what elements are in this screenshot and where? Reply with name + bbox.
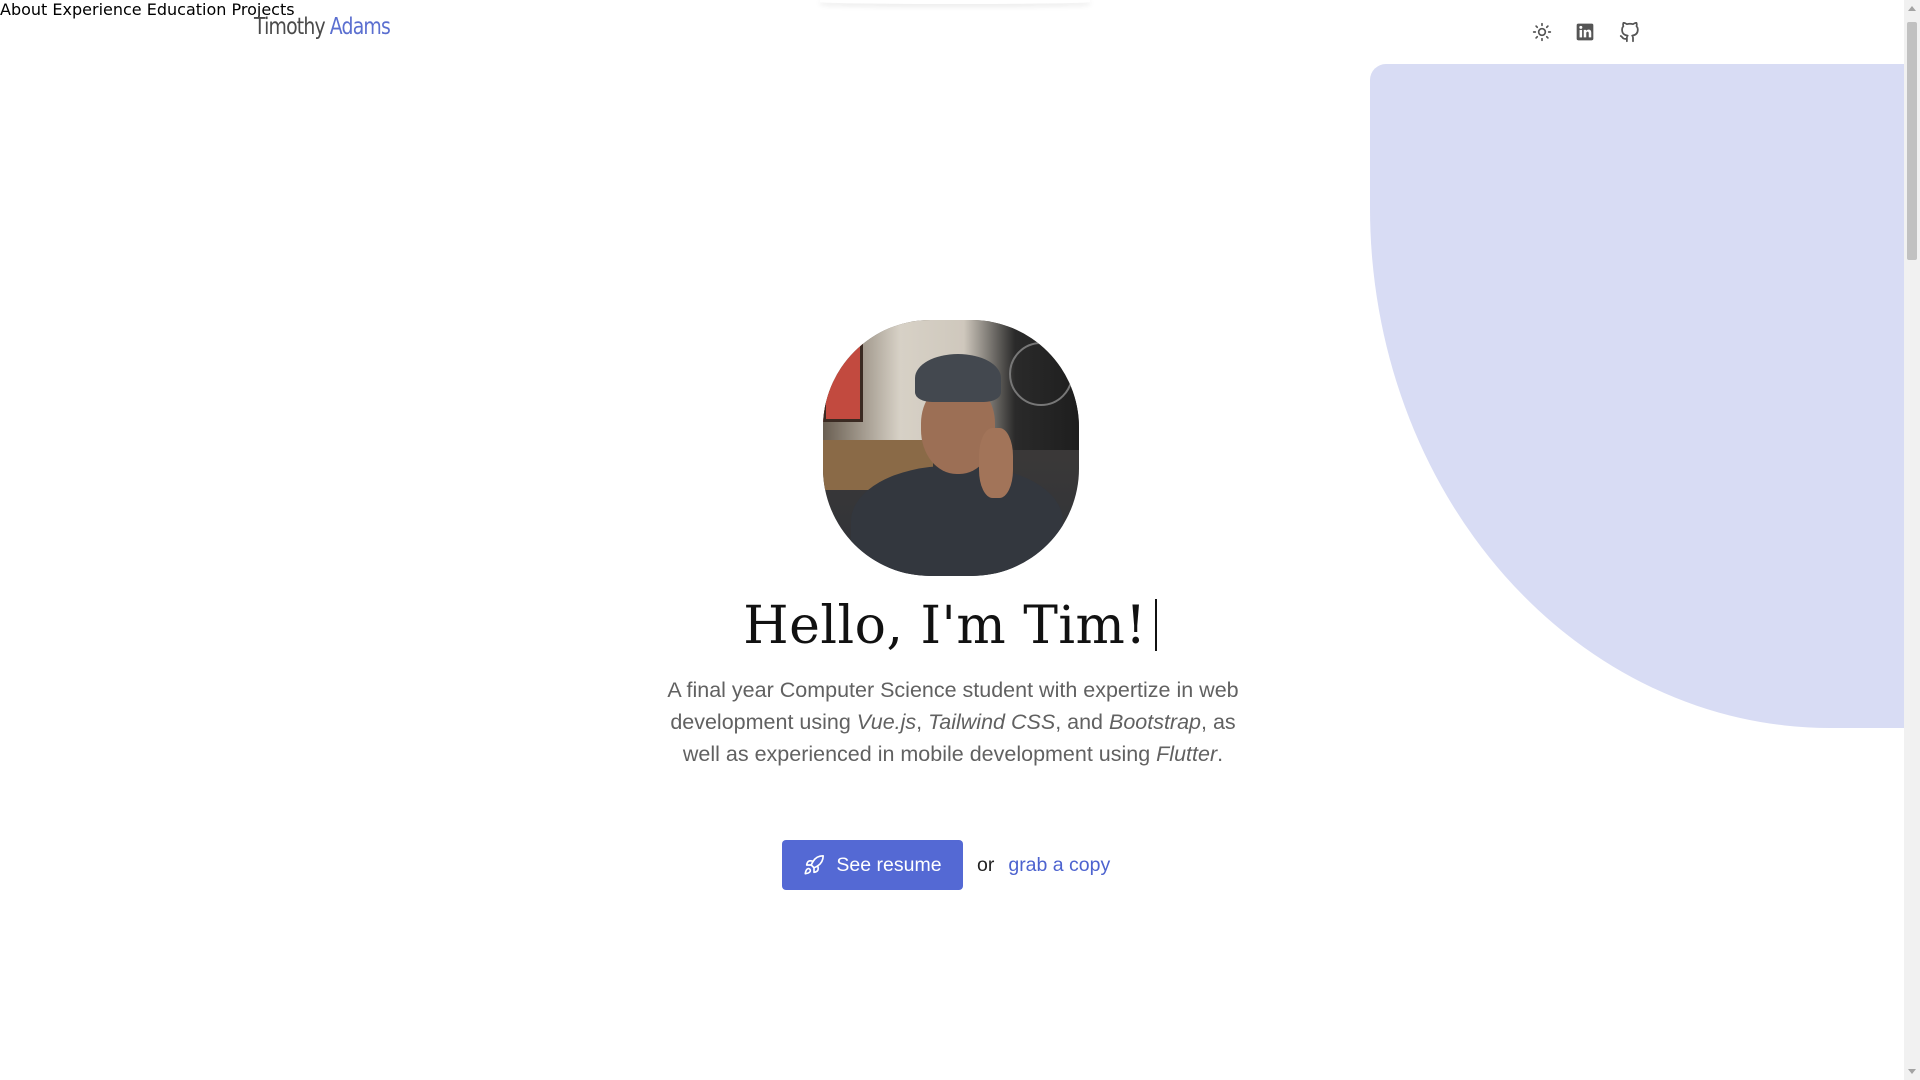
github-icon[interactable]: [1617, 20, 1641, 44]
desc-sep-1: ,: [916, 710, 929, 734]
photo-person-cap: [915, 354, 1001, 402]
vertical-scrollbar[interactable]: [1904, 0, 1920, 1080]
grab-copy-link[interactable]: grab a copy: [1008, 854, 1110, 877]
page: Timothy Adams About Experience Education …: [0, 0, 1920, 1080]
scroll-down-icon[interactable]: [1908, 1069, 1916, 1074]
tech-bootstrap: Bootstrap: [1108, 710, 1202, 734]
site-header: Timothy Adams About Experience Education …: [0, 0, 1904, 64]
tech-flutter: Flutter: [1156, 742, 1218, 766]
tech-tailwind: Tailwind CSS: [928, 710, 1056, 734]
or-text: or: [977, 853, 995, 876]
see-resume-label: See resume: [836, 853, 942, 876]
see-resume-button[interactable]: See resume: [782, 840, 963, 890]
scroll-thumb[interactable]: [1907, 22, 1917, 260]
rocket-icon: [803, 854, 825, 876]
photo-person-body: [851, 466, 1063, 576]
site-logo[interactable]: Timothy Adams: [254, 14, 391, 40]
desc-text-3: .: [1217, 742, 1224, 766]
hero-description: A final year Computer Science student wi…: [660, 674, 1246, 770]
photo-ferris-wheel: [1009, 342, 1073, 406]
logo-first-name: Timothy: [254, 14, 326, 40]
nav-education[interactable]: Education: [147, 0, 227, 19]
nav-about[interactable]: About: [0, 0, 47, 19]
nav-hover-shadow: [820, 0, 1090, 4]
sun-icon[interactable]: [1530, 20, 1554, 44]
tech-vuejs: Vue.js: [856, 710, 917, 734]
nav-experience[interactable]: Experience: [52, 0, 141, 19]
scroll-up-icon[interactable]: [1908, 6, 1916, 11]
typing-caret: [1154, 599, 1157, 651]
hero-title-text: Hello, I'm Tim!: [743, 596, 1147, 656]
desc-sep-2: , and: [1055, 710, 1109, 734]
photo-poster: [823, 340, 863, 422]
profile-photo: [823, 320, 1079, 576]
hero-actions: See resume or grab a copy: [782, 840, 1110, 890]
linkedin-icon[interactable]: [1573, 20, 1597, 44]
hero-title: Hello, I'm Tim!: [0, 596, 1902, 656]
photo-person-hand: [979, 428, 1013, 498]
logo-last-name: Adams: [329, 14, 391, 40]
